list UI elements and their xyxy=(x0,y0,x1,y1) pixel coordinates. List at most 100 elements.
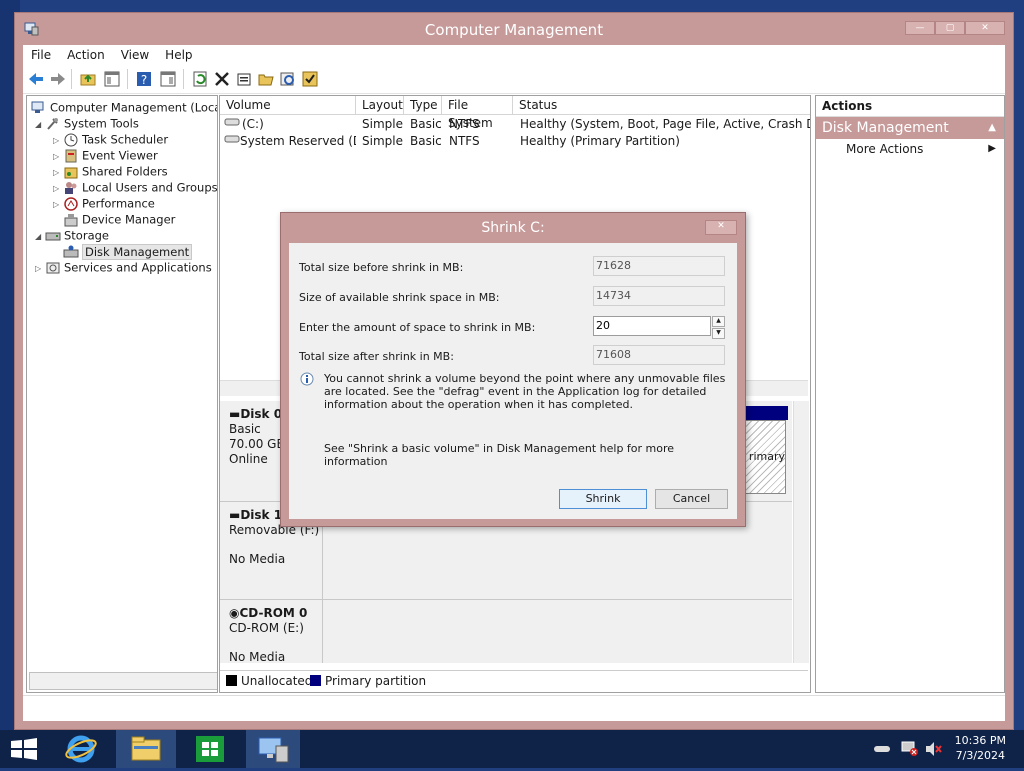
amount-spinner[interactable]: ▲ ▼ xyxy=(712,316,725,339)
status-bar xyxy=(23,695,1005,720)
volume-row[interactable]: System Reserved (D:) Simple Basic NTFS H… xyxy=(220,133,810,150)
expand-arrow-icon[interactable]: ▷ xyxy=(53,184,63,193)
internet-explorer-icon[interactable] xyxy=(64,734,98,764)
back-arrow-icon[interactable] xyxy=(27,70,45,88)
disk-info: ◉CD-ROM 0 CD-ROM (E:) No Media xyxy=(220,600,323,664)
menu-bar: File Action View Help xyxy=(23,45,1005,65)
tree-item-performance[interactable]: ▷ Performance xyxy=(53,196,155,212)
total-after-field: 71608 xyxy=(593,345,725,365)
spin-up-icon[interactable]: ▲ xyxy=(712,316,725,327)
clock-icon xyxy=(63,133,79,147)
collapse-up-icon[interactable]: ▲ xyxy=(988,117,996,139)
network-error-icon[interactable] xyxy=(900,740,920,758)
disk-management-icon xyxy=(63,245,79,259)
expand-arrow-icon[interactable]: ▷ xyxy=(53,200,63,209)
more-actions-item[interactable]: More Actions ▶ xyxy=(816,139,1004,159)
checklist-icon[interactable] xyxy=(301,70,319,88)
show-hide-tree-icon[interactable] xyxy=(103,70,121,88)
expand-arrow-icon[interactable]: ▷ xyxy=(53,152,63,161)
drive-icon xyxy=(224,116,240,133)
disk-vertical-scrollbar[interactable] xyxy=(793,401,809,663)
amount-label: Enter the amount of space to shrink in M… xyxy=(299,321,536,334)
volume-status: Healthy (Primary Partition) xyxy=(520,134,680,148)
toolbar: ? xyxy=(23,65,1005,94)
taskbar: 10:36 PM 7/3/2024 xyxy=(0,730,1024,768)
tools-icon xyxy=(45,117,61,131)
title-bar[interactable]: Computer Management — ▢ ✕ xyxy=(15,13,1013,45)
total-before-field: 71628 xyxy=(593,256,725,276)
column-layout[interactable]: Layout xyxy=(356,96,404,114)
collapse-arrow-icon[interactable]: ◢ xyxy=(35,120,45,129)
disk-row-cdrom0[interactable]: ◉CD-ROM 0 CD-ROM (E:) No Media xyxy=(220,600,792,664)
tree-item-event-viewer[interactable]: ▷ Event Viewer xyxy=(53,148,158,164)
spin-down-icon[interactable]: ▼ xyxy=(712,328,725,339)
tree-horizontal-scrollbar[interactable] xyxy=(29,672,217,690)
shrink-amount-input[interactable]: 20 xyxy=(593,316,711,336)
expand-arrow-icon[interactable]: ▷ xyxy=(35,264,45,273)
up-folder-icon[interactable] xyxy=(79,70,97,88)
disk-state: No Media xyxy=(229,552,286,566)
dialog-close-button[interactable]: ✕ xyxy=(705,220,737,235)
volume-row[interactable]: (C:) Simple Basic NTFS Healthy (System, … xyxy=(220,116,810,133)
tree-item-services[interactable]: ▷ Services and Applications xyxy=(35,260,212,276)
column-file-system[interactable]: File System xyxy=(442,96,513,130)
clock-date: 7/3/2024 xyxy=(955,749,1006,762)
collapse-arrow-icon[interactable]: ◢ xyxy=(35,232,45,241)
tree-item-shared-folders[interactable]: ▷ Shared Folders xyxy=(53,164,168,180)
event-viewer-icon xyxy=(63,149,79,163)
storage-icon xyxy=(45,229,61,243)
legend-primary: Primary partition xyxy=(325,674,427,688)
minimize-button[interactable]: — xyxy=(905,21,935,35)
column-type[interactable]: Type xyxy=(404,96,442,114)
tree-item-system-tools[interactable]: ◢ System Tools xyxy=(35,116,139,132)
volume-muted-icon[interactable] xyxy=(924,740,944,758)
tray-show-icon[interactable] xyxy=(872,742,892,756)
refresh-icon[interactable] xyxy=(191,70,209,88)
help-icon[interactable]: ? xyxy=(135,70,153,88)
menu-help[interactable]: Help xyxy=(157,45,200,62)
chevron-right-icon: ▶ xyxy=(988,143,996,154)
delete-icon[interactable] xyxy=(213,70,231,88)
expand-arrow-icon[interactable]: ▷ xyxy=(53,136,63,145)
shrink-button[interactable]: Shrink xyxy=(559,489,647,509)
tray-clock[interactable]: 10:36 PM 7/3/2024 xyxy=(955,733,1006,763)
volume-status: Healthy (System, Boot, Page File, Active… xyxy=(520,117,810,131)
toolbar-separator xyxy=(183,69,184,89)
column-status[interactable]: Status xyxy=(513,96,810,114)
close-button[interactable]: ✕ xyxy=(965,21,1005,35)
properties-icon[interactable] xyxy=(235,70,253,88)
computer-management-taskbar-button[interactable] xyxy=(246,730,300,768)
shared-folder-icon xyxy=(63,165,79,179)
forward-arrow-icon[interactable] xyxy=(49,70,67,88)
store-icon[interactable] xyxy=(190,730,230,768)
volume-list-header: Volume Layout Type File System Status xyxy=(220,96,810,130)
expand-arrow-icon[interactable]: ▷ xyxy=(53,168,63,177)
users-icon xyxy=(63,181,79,195)
menu-view[interactable]: View xyxy=(113,45,157,62)
svg-text:?: ? xyxy=(141,73,147,87)
actions-section-label: Disk Management xyxy=(822,120,949,136)
tree-item-storage[interactable]: ◢ Storage xyxy=(35,228,109,244)
cancel-button[interactable]: Cancel xyxy=(655,489,728,509)
tree-item-task-scheduler[interactable]: ▷ Task Scheduler xyxy=(53,132,168,148)
actions-section-disk-management[interactable]: Disk Management ▲ xyxy=(816,117,1004,139)
menu-file[interactable]: File xyxy=(23,45,59,62)
volume-fs: NTFS xyxy=(449,134,480,148)
info-icon xyxy=(300,372,314,386)
open-folder-icon[interactable] xyxy=(257,70,275,88)
tree-item-root[interactable]: Computer Management (Local) xyxy=(31,100,217,116)
start-windows-icon[interactable] xyxy=(10,738,38,760)
file-explorer-taskbar-button[interactable] xyxy=(116,730,176,768)
partition-block[interactable]: rimary xyxy=(744,420,786,494)
menu-action[interactable]: Action xyxy=(59,45,113,62)
maximize-button[interactable]: ▢ xyxy=(935,21,965,35)
properties-pane-icon[interactable] xyxy=(159,70,177,88)
tree-item-disk-management[interactable]: Disk Management xyxy=(63,243,193,260)
tree-item-local-users[interactable]: ▷ Local Users and Groups xyxy=(53,180,217,196)
volume-type: Basic xyxy=(410,134,442,148)
performance-icon xyxy=(63,196,79,211)
search-disk-icon[interactable] xyxy=(279,70,297,88)
column-volume[interactable]: Volume xyxy=(220,96,356,114)
tree-item-device-manager[interactable]: Device Manager xyxy=(63,212,175,228)
disk-icon: ▬ xyxy=(229,407,241,421)
